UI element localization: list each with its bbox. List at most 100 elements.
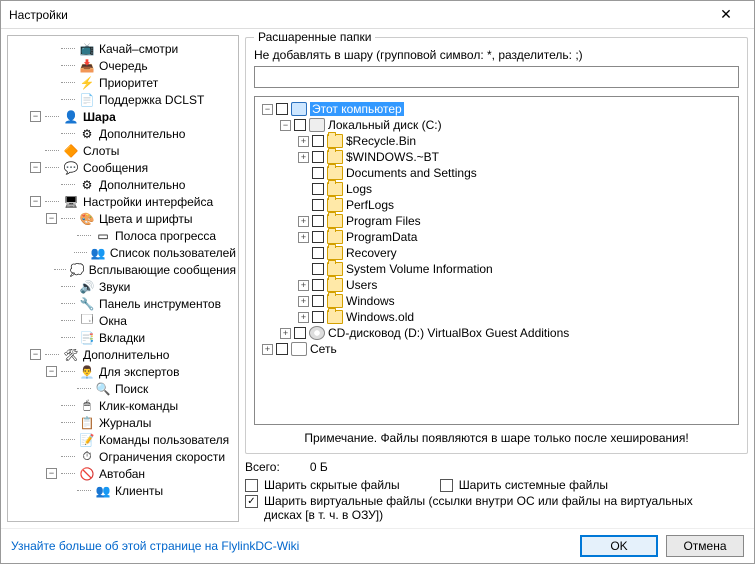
title-bar: Настройки ✕: [1, 1, 754, 29]
folder-row[interactable]: System Volume Information: [259, 261, 734, 277]
checkbox-icon[interactable]: [312, 295, 324, 307]
close-icon[interactable]: ✕: [706, 6, 746, 23]
item-icon: 📺: [79, 41, 95, 57]
tree-item[interactable]: −🖥Настройки интерфейса: [10, 193, 236, 210]
cb-system-files-row[interactable]: Шарить системные файлы: [440, 478, 608, 492]
tree-item[interactable]: ⏱Ограничения скорости: [10, 448, 236, 465]
folder-row[interactable]: +ProgramData: [259, 229, 734, 245]
expand-icon[interactable]: +: [298, 280, 309, 291]
tree-item[interactable]: −👨‍💼Для экспертов: [10, 363, 236, 380]
folder-row[interactable]: Documents and Settings: [259, 165, 734, 181]
tree-item[interactable]: 🖱Клик-команды: [10, 397, 236, 414]
tree-item[interactable]: 📑Вкладки: [10, 329, 236, 346]
folder-row[interactable]: −Локальный диск (C:): [259, 117, 734, 133]
folder-row[interactable]: Logs: [259, 181, 734, 197]
tree-item[interactable]: −🚫Автобан: [10, 465, 236, 482]
ok-button[interactable]: OK: [580, 535, 658, 557]
checkbox-icon[interactable]: [312, 311, 324, 323]
checkbox-icon[interactable]: [312, 263, 324, 275]
checkbox-icon[interactable]: [312, 247, 324, 259]
collapse-icon[interactable]: −: [30, 349, 41, 360]
tree-item[interactable]: 🗔Окна: [10, 312, 236, 329]
tree-item[interactable]: −👤Шара: [10, 108, 236, 125]
checkbox-icon[interactable]: [312, 279, 324, 291]
collapse-icon[interactable]: −: [46, 213, 57, 224]
tree-item[interactable]: 🔊Звуки: [10, 278, 236, 295]
folder-row[interactable]: +Windows: [259, 293, 734, 309]
collapse-icon[interactable]: −: [30, 196, 41, 207]
cb-virtual-files-row[interactable]: ✓ Шарить виртуальные файлы (ссылки внутр…: [245, 494, 748, 522]
checkbox-icon[interactable]: [312, 199, 324, 211]
folder-row[interactable]: +Windows.old: [259, 309, 734, 325]
settings-tree-panel[interactable]: 📺Качай–смотри📥Очередь⚡Приоритет📄Поддержк…: [7, 35, 239, 522]
folder-row[interactable]: PerfLogs: [259, 197, 734, 213]
item-label: Клиенты: [115, 484, 163, 498]
tree-item[interactable]: 🔧Панель инструментов: [10, 295, 236, 312]
tree-item[interactable]: ⚙Дополнительно: [10, 125, 236, 142]
cb-hidden-label: Шарить скрытые файлы: [264, 478, 400, 492]
expand-icon[interactable]: +: [298, 216, 309, 227]
checkbox-icon[interactable]: [276, 103, 288, 115]
collapse-icon[interactable]: −: [30, 162, 41, 173]
collapse-icon[interactable]: −: [280, 120, 291, 131]
folder-label: Users: [346, 278, 377, 292]
tree-item[interactable]: −💬Сообщения: [10, 159, 236, 176]
tree-item[interactable]: 🔶Слоты: [10, 142, 236, 159]
folder-icon: [327, 278, 343, 292]
checkbox-icon[interactable]: [312, 183, 324, 195]
item-icon: 🗔: [79, 313, 95, 329]
tree-item[interactable]: −🛠Дополнительно: [10, 346, 236, 363]
checkbox-icon[interactable]: [276, 343, 288, 355]
expand-icon[interactable]: +: [298, 312, 309, 323]
folder-row[interactable]: −Этот компьютер: [259, 101, 734, 117]
tree-item[interactable]: 📝Команды пользователя: [10, 431, 236, 448]
tree-item[interactable]: 💭Всплывающие сообщения: [10, 261, 236, 278]
tree-item[interactable]: −🎨Цвета и шрифты: [10, 210, 236, 227]
tree-item[interactable]: ⚙Дополнительно: [10, 176, 236, 193]
expand-icon[interactable]: +: [262, 344, 273, 355]
tree-item[interactable]: 📋Журналы: [10, 414, 236, 431]
checkbox-icon[interactable]: [312, 167, 324, 179]
collapse-icon[interactable]: −: [262, 104, 273, 115]
tree-item[interactable]: 📺Качай–смотри: [10, 40, 236, 57]
tree-item[interactable]: 👥Список пользователей: [10, 244, 236, 261]
checkbox-icon[interactable]: [312, 231, 324, 243]
item-icon: 👨‍💼: [79, 364, 95, 380]
expand-icon[interactable]: +: [298, 152, 309, 163]
folder-tree: −Этот компьютер−Локальный диск (C:)+$Rec…: [259, 101, 734, 357]
collapse-icon[interactable]: −: [30, 111, 41, 122]
folder-row[interactable]: +CD-дисковод (D:) VirtualBox Guest Addit…: [259, 325, 734, 341]
folder-row[interactable]: +$WINDOWS.~BT: [259, 149, 734, 165]
checkbox-icon[interactable]: [312, 215, 324, 227]
tree-item[interactable]: 👥Клиенты: [10, 482, 236, 499]
tree-item[interactable]: 📄Поддержка DCLST: [10, 91, 236, 108]
expand-icon[interactable]: +: [298, 136, 309, 147]
checkbox-icon[interactable]: [312, 135, 324, 147]
wiki-link[interactable]: Узнайте больше об этой странице на Flyli…: [11, 539, 572, 553]
folder-tree-panel[interactable]: −Этот компьютер−Локальный диск (C:)+$Rec…: [254, 96, 739, 425]
folder-row[interactable]: +$Recycle.Bin: [259, 133, 734, 149]
item-icon: 👤: [63, 109, 79, 125]
folder-row[interactable]: + Users: [259, 277, 734, 293]
checkbox-icon: ✓: [245, 495, 258, 508]
collapse-icon[interactable]: −: [46, 468, 57, 479]
cb-virtual-label: Шарить виртуальные файлы (ссылки внутри …: [264, 494, 704, 522]
exclude-input[interactable]: [254, 66, 739, 88]
totals-row: Всего: 0 Б: [245, 460, 748, 474]
folder-row[interactable]: +Program Files: [259, 213, 734, 229]
folder-row[interactable]: Recovery: [259, 245, 734, 261]
cancel-button[interactable]: Отмена: [666, 535, 744, 557]
checkbox-icon[interactable]: [294, 119, 306, 131]
tree-item[interactable]: 📥Очередь: [10, 57, 236, 74]
cb-hidden-files-row[interactable]: Шарить скрытые файлы: [245, 478, 400, 492]
expand-icon[interactable]: +: [298, 296, 309, 307]
tree-item[interactable]: 🔍Поиск: [10, 380, 236, 397]
checkbox-icon[interactable]: [312, 151, 324, 163]
tree-item[interactable]: ⚡Приоритет: [10, 74, 236, 91]
expand-icon[interactable]: +: [298, 232, 309, 243]
expand-icon[interactable]: +: [280, 328, 291, 339]
folder-row[interactable]: +Сеть: [259, 341, 734, 357]
tree-item[interactable]: ▭Полоса прогресса: [10, 227, 236, 244]
collapse-icon[interactable]: −: [46, 366, 57, 377]
checkbox-icon[interactable]: [294, 327, 306, 339]
